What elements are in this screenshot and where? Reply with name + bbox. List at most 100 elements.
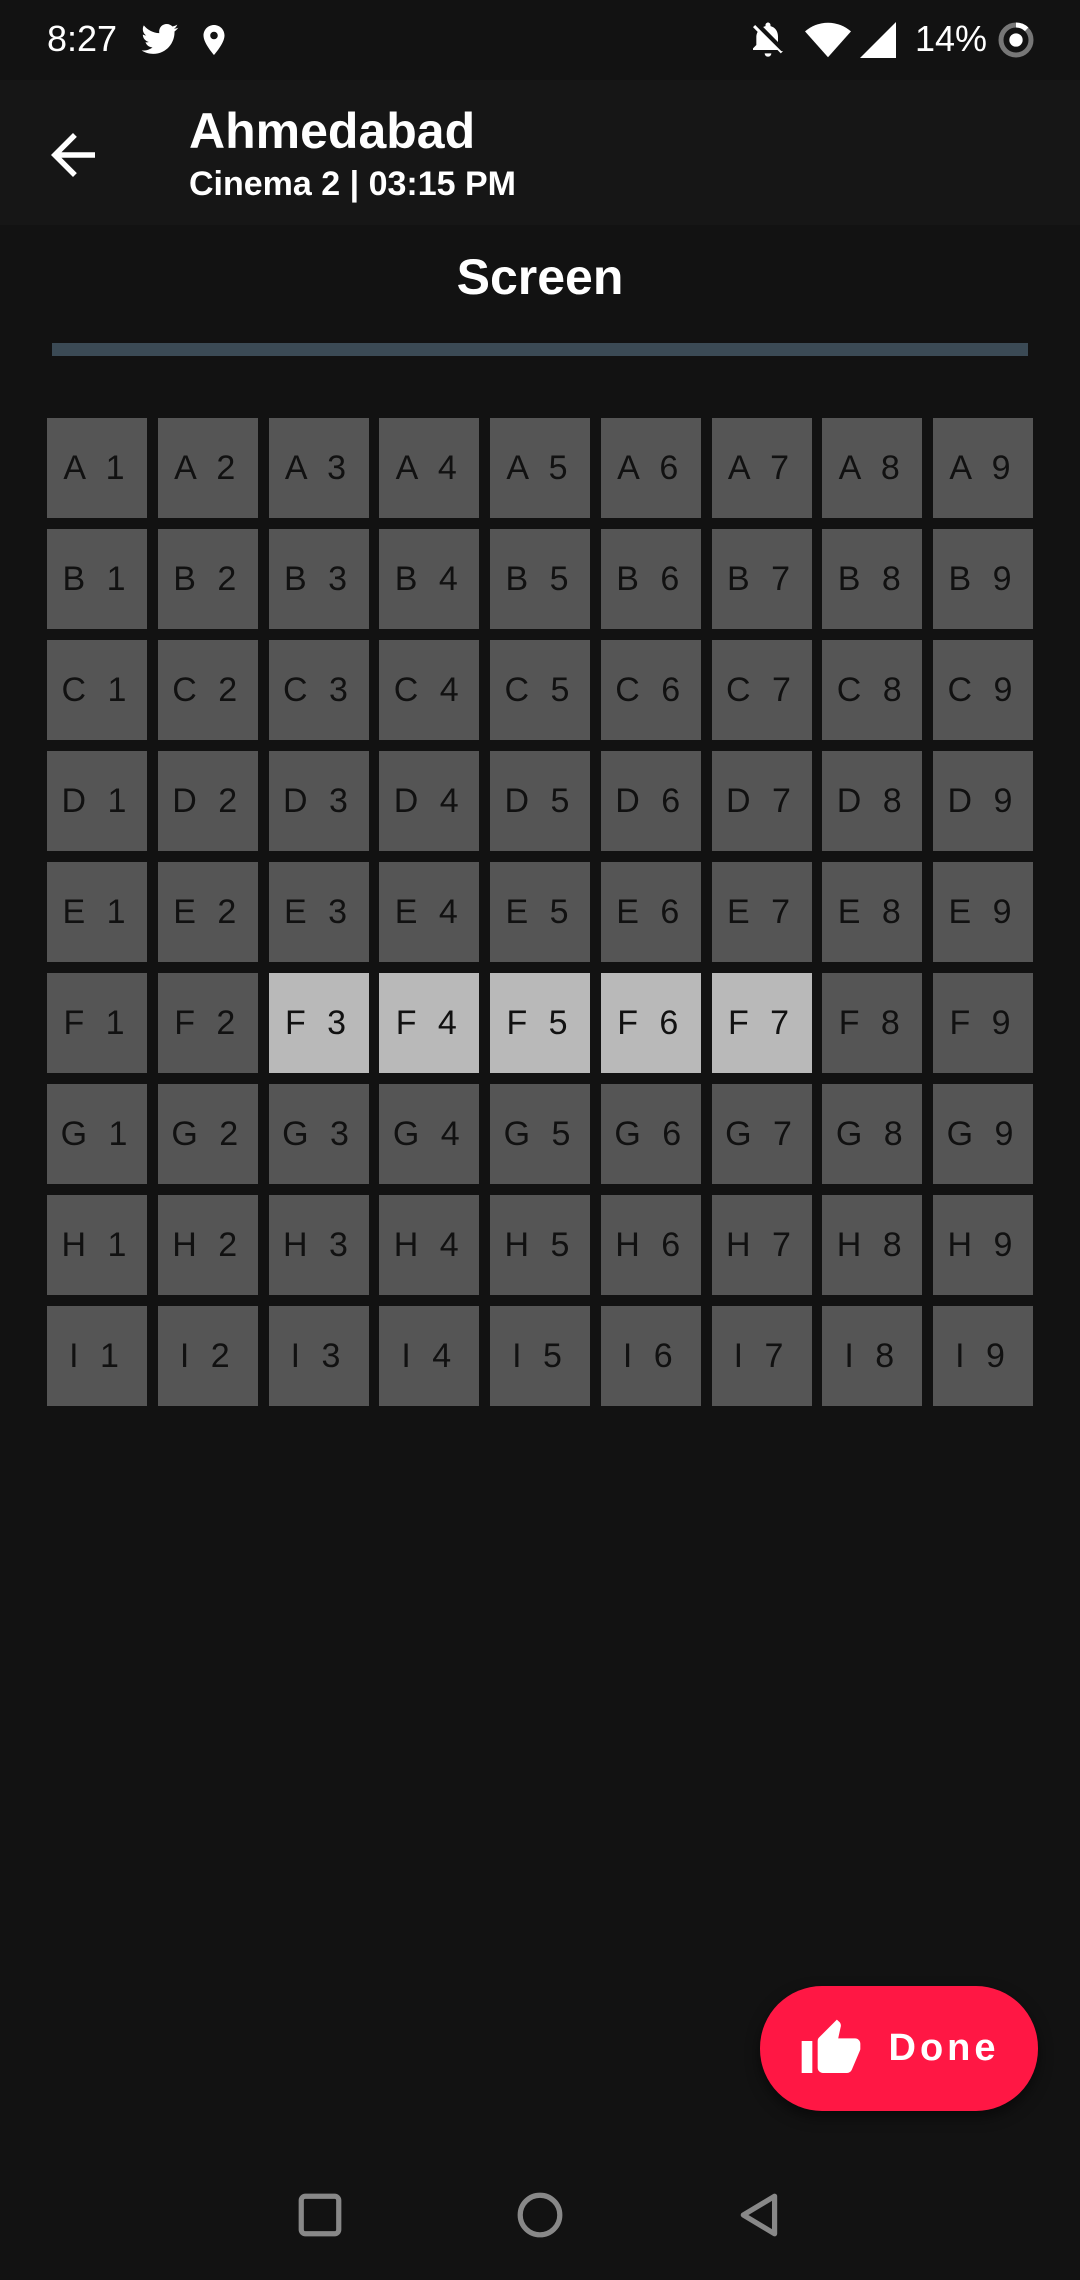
seat-available[interactable]: H 3: [268, 1195, 369, 1295]
seat-available[interactable]: D 2: [157, 751, 258, 851]
page-title: Ahmedabad: [189, 103, 476, 159]
seat-available[interactable]: G 3: [268, 1084, 369, 1184]
seat-available[interactable]: B 4: [379, 529, 480, 629]
seat-available[interactable]: D 3: [268, 751, 369, 851]
seat-available[interactable]: B 7: [711, 529, 812, 629]
done-label: Done: [888, 2027, 1000, 2069]
status-bar: 8:27 14%: [0, 0, 1080, 80]
status-time: 8:27: [47, 18, 118, 59]
seat-available[interactable]: I 4: [379, 1306, 480, 1406]
seat-available[interactable]: I 2: [157, 1306, 258, 1406]
seat-grid: A 1A 2A 3A 4A 5A 6A 7A 8A 9B 1B 2B 3B 4B…: [47, 418, 1033, 1406]
seat-available[interactable]: H 8: [822, 1195, 923, 1295]
seat-available[interactable]: E 9: [933, 862, 1033, 962]
seat-available[interactable]: C 3: [268, 640, 369, 740]
seat-available[interactable]: B 3: [268, 529, 369, 629]
seat-available[interactable]: C 1: [47, 640, 147, 740]
battery-percent: 14%: [915, 18, 988, 59]
seat-available[interactable]: I 7: [711, 1306, 812, 1406]
seat-available[interactable]: E 1: [47, 862, 147, 962]
seat-available[interactable]: A 1: [47, 418, 147, 518]
screen-bar: [52, 343, 1028, 356]
seat-selected[interactable]: F 3: [268, 973, 369, 1073]
location-pin-icon: [203, 25, 225, 55]
seat-available[interactable]: H 2: [157, 1195, 258, 1295]
seat-available[interactable]: D 8: [822, 751, 923, 851]
seat-available[interactable]: C 5: [490, 640, 590, 740]
seat-available[interactable]: I 9: [933, 1306, 1033, 1406]
seat-available[interactable]: B 8: [822, 529, 923, 629]
back-arrow-icon[interactable]: [40, 122, 106, 188]
seat-available[interactable]: A 8: [822, 418, 923, 518]
seat-available[interactable]: H 9: [933, 1195, 1033, 1295]
wifi-icon: [805, 22, 851, 58]
system-nav-bar: [0, 2150, 1080, 2280]
seat-available[interactable]: C 9: [933, 640, 1033, 740]
seat-available[interactable]: D 7: [711, 751, 812, 851]
seat-available[interactable]: A 5: [490, 418, 590, 518]
seat-available[interactable]: D 6: [600, 751, 701, 851]
seat-available[interactable]: F 1: [47, 973, 147, 1073]
seat-available[interactable]: C 2: [157, 640, 258, 740]
seat-available[interactable]: F 8: [822, 973, 923, 1073]
seat-available[interactable]: E 6: [600, 862, 701, 962]
seat-available[interactable]: E 7: [711, 862, 812, 962]
seat-available[interactable]: F 9: [933, 973, 1033, 1073]
seat-available[interactable]: C 7: [711, 640, 812, 740]
seat-available[interactable]: H 6: [600, 1195, 701, 1295]
seat-available[interactable]: G 2: [157, 1084, 258, 1184]
seat-available[interactable]: E 4: [379, 862, 480, 962]
seat-available[interactable]: G 8: [822, 1084, 923, 1184]
back-triangle-icon[interactable]: [735, 2190, 785, 2240]
seat-available[interactable]: C 6: [600, 640, 701, 740]
seat-available[interactable]: I 1: [47, 1306, 147, 1406]
seat-available[interactable]: G 6: [600, 1084, 701, 1184]
seat-available[interactable]: I 5: [490, 1306, 590, 1406]
seat-selected[interactable]: F 6: [600, 973, 701, 1073]
seat-available[interactable]: G 7: [711, 1084, 812, 1184]
seat-available[interactable]: B 6: [600, 529, 701, 629]
seat-available[interactable]: A 3: [268, 418, 369, 518]
seat-available[interactable]: G 4: [379, 1084, 480, 1184]
seat-selected[interactable]: F 7: [711, 973, 812, 1073]
seat-available[interactable]: H 1: [47, 1195, 147, 1295]
seat-available[interactable]: I 8: [822, 1306, 923, 1406]
seat-available[interactable]: A 9: [933, 418, 1033, 518]
seat-available[interactable]: H 4: [379, 1195, 480, 1295]
seat-available[interactable]: D 5: [490, 751, 590, 851]
seat-available[interactable]: E 8: [822, 862, 923, 962]
home-circle-icon[interactable]: [515, 2190, 565, 2240]
signal-icon: [860, 22, 896, 58]
done-button[interactable]: Done: [760, 1986, 1038, 2111]
seat-available[interactable]: C 4: [379, 640, 480, 740]
seat-available[interactable]: A 2: [157, 418, 258, 518]
seat-available[interactable]: H 5: [490, 1195, 590, 1295]
seat-available[interactable]: B 1: [47, 529, 147, 629]
seat-available[interactable]: H 7: [711, 1195, 812, 1295]
seat-available[interactable]: E 3: [268, 862, 369, 962]
seat-available[interactable]: E 2: [157, 862, 258, 962]
thumbs-up-icon: [801, 2019, 860, 2073]
seat-available[interactable]: E 5: [490, 862, 590, 962]
seat-available[interactable]: I 3: [268, 1306, 369, 1406]
seat-available[interactable]: G 9: [933, 1084, 1033, 1184]
seat-available[interactable]: B 2: [157, 529, 258, 629]
seat-available[interactable]: D 1: [47, 751, 147, 851]
seat-available[interactable]: A 4: [379, 418, 480, 518]
recents-square-icon[interactable]: [295, 2190, 345, 2240]
battery-ring-icon: [998, 22, 1034, 58]
seat-available[interactable]: I 6: [600, 1306, 701, 1406]
seat-available[interactable]: F 2: [157, 973, 258, 1073]
seat-available[interactable]: G 5: [490, 1084, 590, 1184]
seat-available[interactable]: B 5: [490, 529, 590, 629]
seat-available[interactable]: A 6: [600, 418, 701, 518]
seat-available[interactable]: A 7: [711, 418, 812, 518]
seat-available[interactable]: G 1: [47, 1084, 147, 1184]
seat-available[interactable]: B 9: [933, 529, 1033, 629]
seat-selected[interactable]: F 4: [379, 973, 480, 1073]
seat-available[interactable]: D 4: [379, 751, 480, 851]
seat-available[interactable]: C 8: [822, 640, 923, 740]
app-bar: Ahmedabad Cinema 2 | 03:15 PM: [0, 80, 1080, 225]
seat-selected[interactable]: F 5: [490, 973, 590, 1073]
seat-available[interactable]: D 9: [933, 751, 1033, 851]
